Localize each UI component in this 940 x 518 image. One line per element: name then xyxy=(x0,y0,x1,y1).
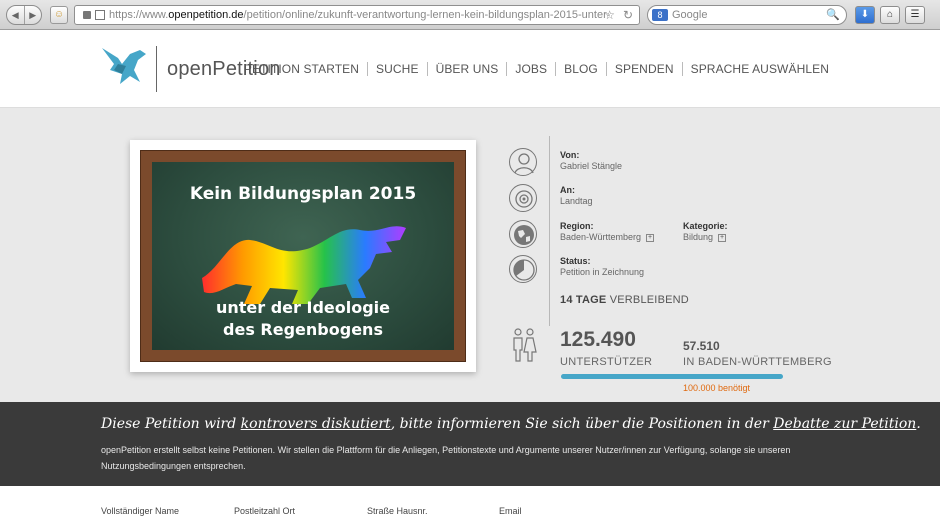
status-value: Petition in Zeichnung xyxy=(560,267,645,277)
url-prefix: https://www. xyxy=(109,9,169,21)
address-bar[interactable]: https://www.openpetition.de/petition/onl… xyxy=(74,5,640,25)
kategorie-link[interactable]: Bildung + xyxy=(683,232,727,242)
board-line-2: des Regenbogens xyxy=(223,320,383,339)
site-header: openPetition PETITION STARTEN SUCHE ÜBER… xyxy=(0,30,940,108)
logo-divider xyxy=(156,46,157,92)
board-title: Kein Bildungsplan 2015 xyxy=(189,184,417,204)
supporters-label: UNTERSTÜTZER xyxy=(560,356,653,368)
nav-suche[interactable]: SUCHE xyxy=(367,62,427,76)
browser-toolbar: ◀ ▶ ☺ https://www.openpetition.de/petiti… xyxy=(0,0,940,30)
person-icon xyxy=(509,148,537,176)
chalkboard-frame: Kein Bildungsplan 2015 unter der Ideolog… xyxy=(140,150,466,362)
nav-petition-starten[interactable]: PETITION STARTEN xyxy=(236,62,367,76)
an-value: Landtag xyxy=(560,196,593,206)
region-label: Region: xyxy=(560,221,594,231)
region-value: Baden-Württemberg xyxy=(560,232,642,242)
search-bar[interactable]: 8 Google 🔍 xyxy=(647,5,847,25)
kategorie-value: Bildung xyxy=(683,232,714,242)
notice-text-2: , bitte informieren Sie sich über die Po… xyxy=(390,416,774,432)
debatte-link[interactable]: Debatte zur Petition xyxy=(773,416,916,432)
kategorie-label: Kategorie: xyxy=(683,221,728,231)
notice-text-3: . xyxy=(916,416,921,432)
supporters-count: 125.490 xyxy=(560,328,636,351)
info-divider xyxy=(549,136,550,326)
url-domain: openpetition.de xyxy=(168,9,244,21)
street-label: Straße Hausnr. xyxy=(367,506,428,516)
bookmark-star-icon[interactable]: ☆ xyxy=(604,6,615,24)
petition-image: Kein Bildungsplan 2015 unter der Ideolog… xyxy=(130,140,476,372)
region-link[interactable]: Baden-Württemberg + xyxy=(560,232,655,242)
an-label: An: xyxy=(560,185,575,195)
home-icon[interactable]: ⌂ xyxy=(880,6,900,24)
nav-ueber-uns[interactable]: ÜBER UNS xyxy=(426,62,507,76)
back-forward-buttons[interactable]: ◀ ▶ xyxy=(6,5,42,25)
target-icon xyxy=(509,184,537,212)
back-icon[interactable]: ◀ xyxy=(7,6,25,24)
region-supporters-count: 57.510 xyxy=(683,339,720,353)
url-path: /petition/online/zukunft-verantwortung-l… xyxy=(243,9,611,21)
kontrovers-link[interactable]: kontrovers diskutiert xyxy=(241,416,391,432)
lock-icon xyxy=(83,11,91,20)
nav-blog[interactable]: BLOG xyxy=(555,62,606,76)
search-icon[interactable]: 🔍 xyxy=(826,6,840,24)
main-nav: PETITION STARTEN SUCHE ÜBER UNS JOBS BLO… xyxy=(236,62,829,76)
identity-icon[interactable]: ☺ xyxy=(50,6,68,24)
notice-text-1: Diese Petition wird xyxy=(101,416,241,432)
nav-jobs[interactable]: JOBS xyxy=(506,62,555,76)
days-label: VERBLEIBEND xyxy=(609,294,689,306)
forward-icon[interactable]: ▶ xyxy=(25,6,42,24)
region-supporters-label: IN BADEN-WÜRTTEMBERG xyxy=(683,356,832,368)
von-value: Gabriel Stängle xyxy=(560,161,623,171)
disclaimer-text: openPetition erstellt selbst keine Petit… xyxy=(101,445,791,471)
petition-hero: Kein Bildungsplan 2015 unter der Ideolog… xyxy=(0,108,940,402)
search-placeholder: Google xyxy=(672,9,708,22)
status-label: Status: xyxy=(560,256,591,266)
days-remaining: 14 TAGE VERBLEIBEND xyxy=(560,294,689,306)
von-label: Von: xyxy=(560,150,580,160)
notice-band: Diese Petition wird kontrovers diskutier… xyxy=(0,402,940,486)
goal-label: 100.000 benötigt xyxy=(683,383,751,393)
email-label: Email xyxy=(499,506,522,516)
name-label: Vollständiger Name xyxy=(101,506,180,516)
reload-icon[interactable]: ↻ xyxy=(623,6,633,24)
supporters-icon xyxy=(513,328,537,362)
days-value: 14 TAGE xyxy=(560,294,607,306)
controversy-notice: Diese Petition wird kontrovers diskutier… xyxy=(101,416,921,432)
plz-label: Postleitzahl Ort xyxy=(234,506,296,516)
dove-logo-icon[interactable] xyxy=(100,44,148,88)
signature-form: Vollständiger Name Postleitzahl Ort Stra… xyxy=(0,486,940,518)
nav-spenden[interactable]: SPENDEN xyxy=(605,62,682,76)
menu-icon[interactable]: ☰ xyxy=(905,6,925,24)
region-expand-icon[interactable]: + xyxy=(646,233,655,242)
chalkboard: Kein Bildungsplan 2015 unter der Ideolog… xyxy=(152,162,454,350)
search-engine-icon[interactable]: 8 xyxy=(652,9,668,22)
progress-bar xyxy=(561,374,783,379)
progress-fill xyxy=(561,374,783,379)
kategorie-expand-icon[interactable]: + xyxy=(718,233,727,242)
globe-icon xyxy=(509,220,537,248)
nav-sprache[interactable]: SPRACHE AUSWÄHLEN xyxy=(681,62,829,76)
site-icon xyxy=(95,10,105,21)
clock-icon xyxy=(509,255,537,283)
board-line-1: unter der Ideologie xyxy=(215,298,391,317)
download-icon[interactable]: ⬇ xyxy=(855,6,875,24)
